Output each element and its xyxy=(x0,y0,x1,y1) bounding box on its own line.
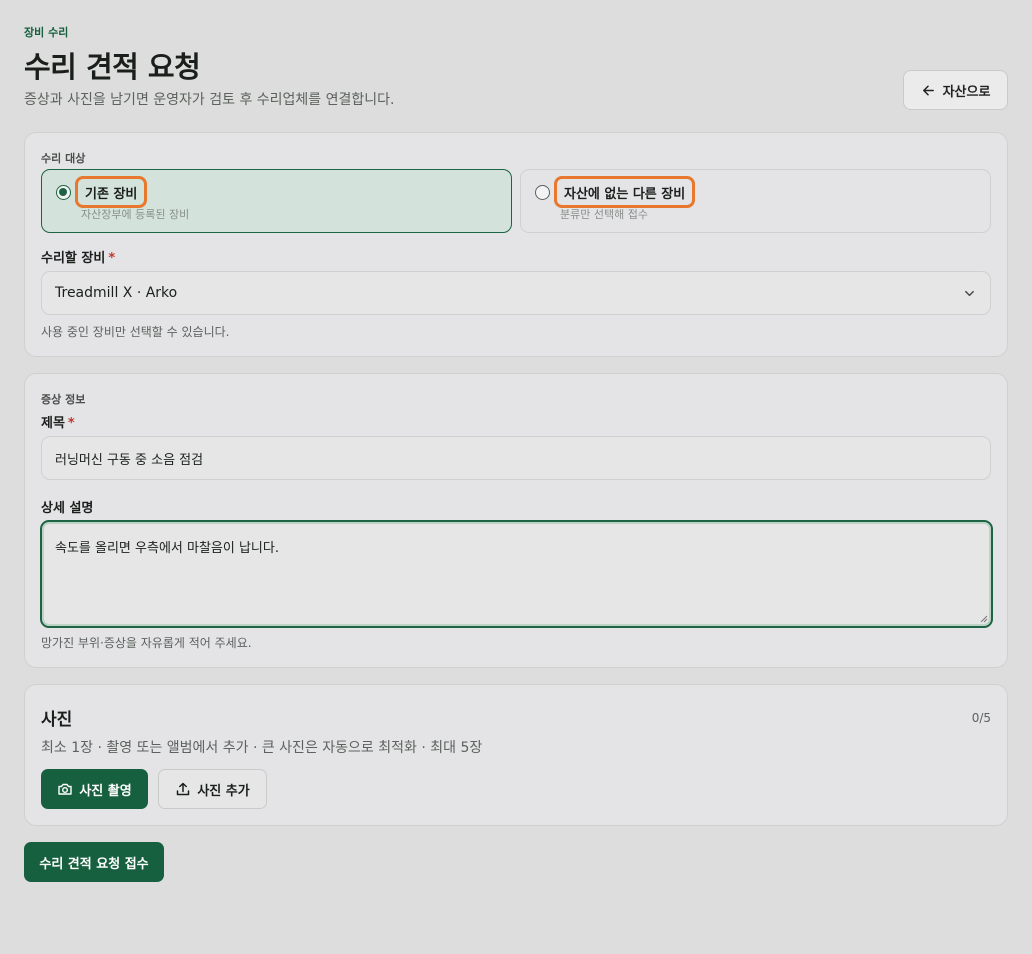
chevron-down-icon xyxy=(965,290,974,297)
radio-option-other[interactable]: 자산에 없는 다른 장비 분류만 선택해 접수 xyxy=(520,169,991,233)
symptom-card: 증상 정보 제목 * 러닝머신 구동 중 소음 점검 상세 설명 속도를 올리면 … xyxy=(24,373,1008,668)
submit-label: 수리 견적 요청 접수 xyxy=(39,856,149,872)
title-input[interactable]: 러닝머신 구동 중 소음 점검 xyxy=(41,436,991,480)
equipment-label-text: 수리할 장비 xyxy=(41,251,106,266)
page-title: 수리 견적 요청 xyxy=(24,50,201,84)
submit-request-button[interactable]: 수리 견적 요청 접수 xyxy=(24,842,164,882)
equipment-label: 수리할 장비 * xyxy=(41,247,115,266)
section-label-target: 수리 대상 xyxy=(41,152,86,165)
add-photo-label: 사진 추가 xyxy=(197,783,250,799)
detail-textarea[interactable]: 속도를 올리면 우측에서 마찰음이 납니다. xyxy=(40,520,993,628)
photos-count: 0/5 xyxy=(971,711,991,725)
radio-button-selected[interactable] xyxy=(56,185,71,200)
resize-handle-icon[interactable] xyxy=(980,615,988,623)
radio-option-existing[interactable]: 기존 장비 자산장부에 등록된 장비 xyxy=(41,169,512,233)
title-label: 제목 * xyxy=(41,412,75,431)
back-to-assets-button[interactable]: 자산으로 xyxy=(903,70,1008,110)
section-label-symptom: 증상 정보 xyxy=(41,393,86,406)
add-photo-button[interactable]: 사진 추가 xyxy=(158,769,267,809)
radio-option-title: 자산에 없는 다른 장비 xyxy=(554,176,696,208)
equipment-hint: 사용 중인 장비만 선택할 수 있습니다. xyxy=(41,325,230,339)
camera-icon xyxy=(58,783,73,795)
radio-option-desc: 자산장부에 등록된 장비 xyxy=(81,208,190,221)
upload-icon xyxy=(177,782,190,796)
repair-target-card: 수리 대상 기존 장비 자산장부에 등록된 장비 자산에 없는 다른 장비 분류… xyxy=(24,132,1008,357)
radio-button[interactable] xyxy=(535,185,550,200)
title-input-value: 러닝머신 구동 중 소음 점검 xyxy=(55,452,204,468)
back-button-label: 자산으로 xyxy=(942,84,991,100)
required-mark: * xyxy=(67,416,75,431)
photos-desc: 최소 1장 · 촬영 또는 앨범에서 추가 · 큰 사진은 자동으로 최적화 ·… xyxy=(41,740,483,756)
photos-card: 사진 0/5 최소 1장 · 촬영 또는 앨범에서 추가 · 큰 사진은 자동으… xyxy=(24,684,1008,826)
equipment-select-value: Treadmill X · Arko xyxy=(55,285,178,301)
photos-title: 사진 xyxy=(41,710,73,730)
capture-photo-label: 사진 촬영 xyxy=(79,783,132,799)
radio-option-title: 기존 장비 xyxy=(75,176,148,208)
equipment-select[interactable]: Treadmill X · Arko xyxy=(41,271,991,315)
page-subtitle: 증상과 사진을 남기면 운영자가 검토 후 수리업체를 연결합니다. xyxy=(24,92,395,108)
required-mark: * xyxy=(108,251,116,266)
capture-photo-button[interactable]: 사진 촬영 xyxy=(41,769,148,809)
detail-label: 상세 설명 xyxy=(41,501,94,516)
page-eyebrow: 장비 수리 xyxy=(24,26,69,39)
detail-hint: 망가진 부위·증상을 자유롭게 적어 주세요. xyxy=(41,636,252,650)
title-label-text: 제목 xyxy=(41,416,65,431)
detail-textarea-value: 속도를 올리면 우측에서 마찰음이 납니다. xyxy=(55,541,279,556)
radio-option-desc: 분류만 선택해 접수 xyxy=(560,208,648,221)
arrow-left-icon xyxy=(922,85,934,95)
